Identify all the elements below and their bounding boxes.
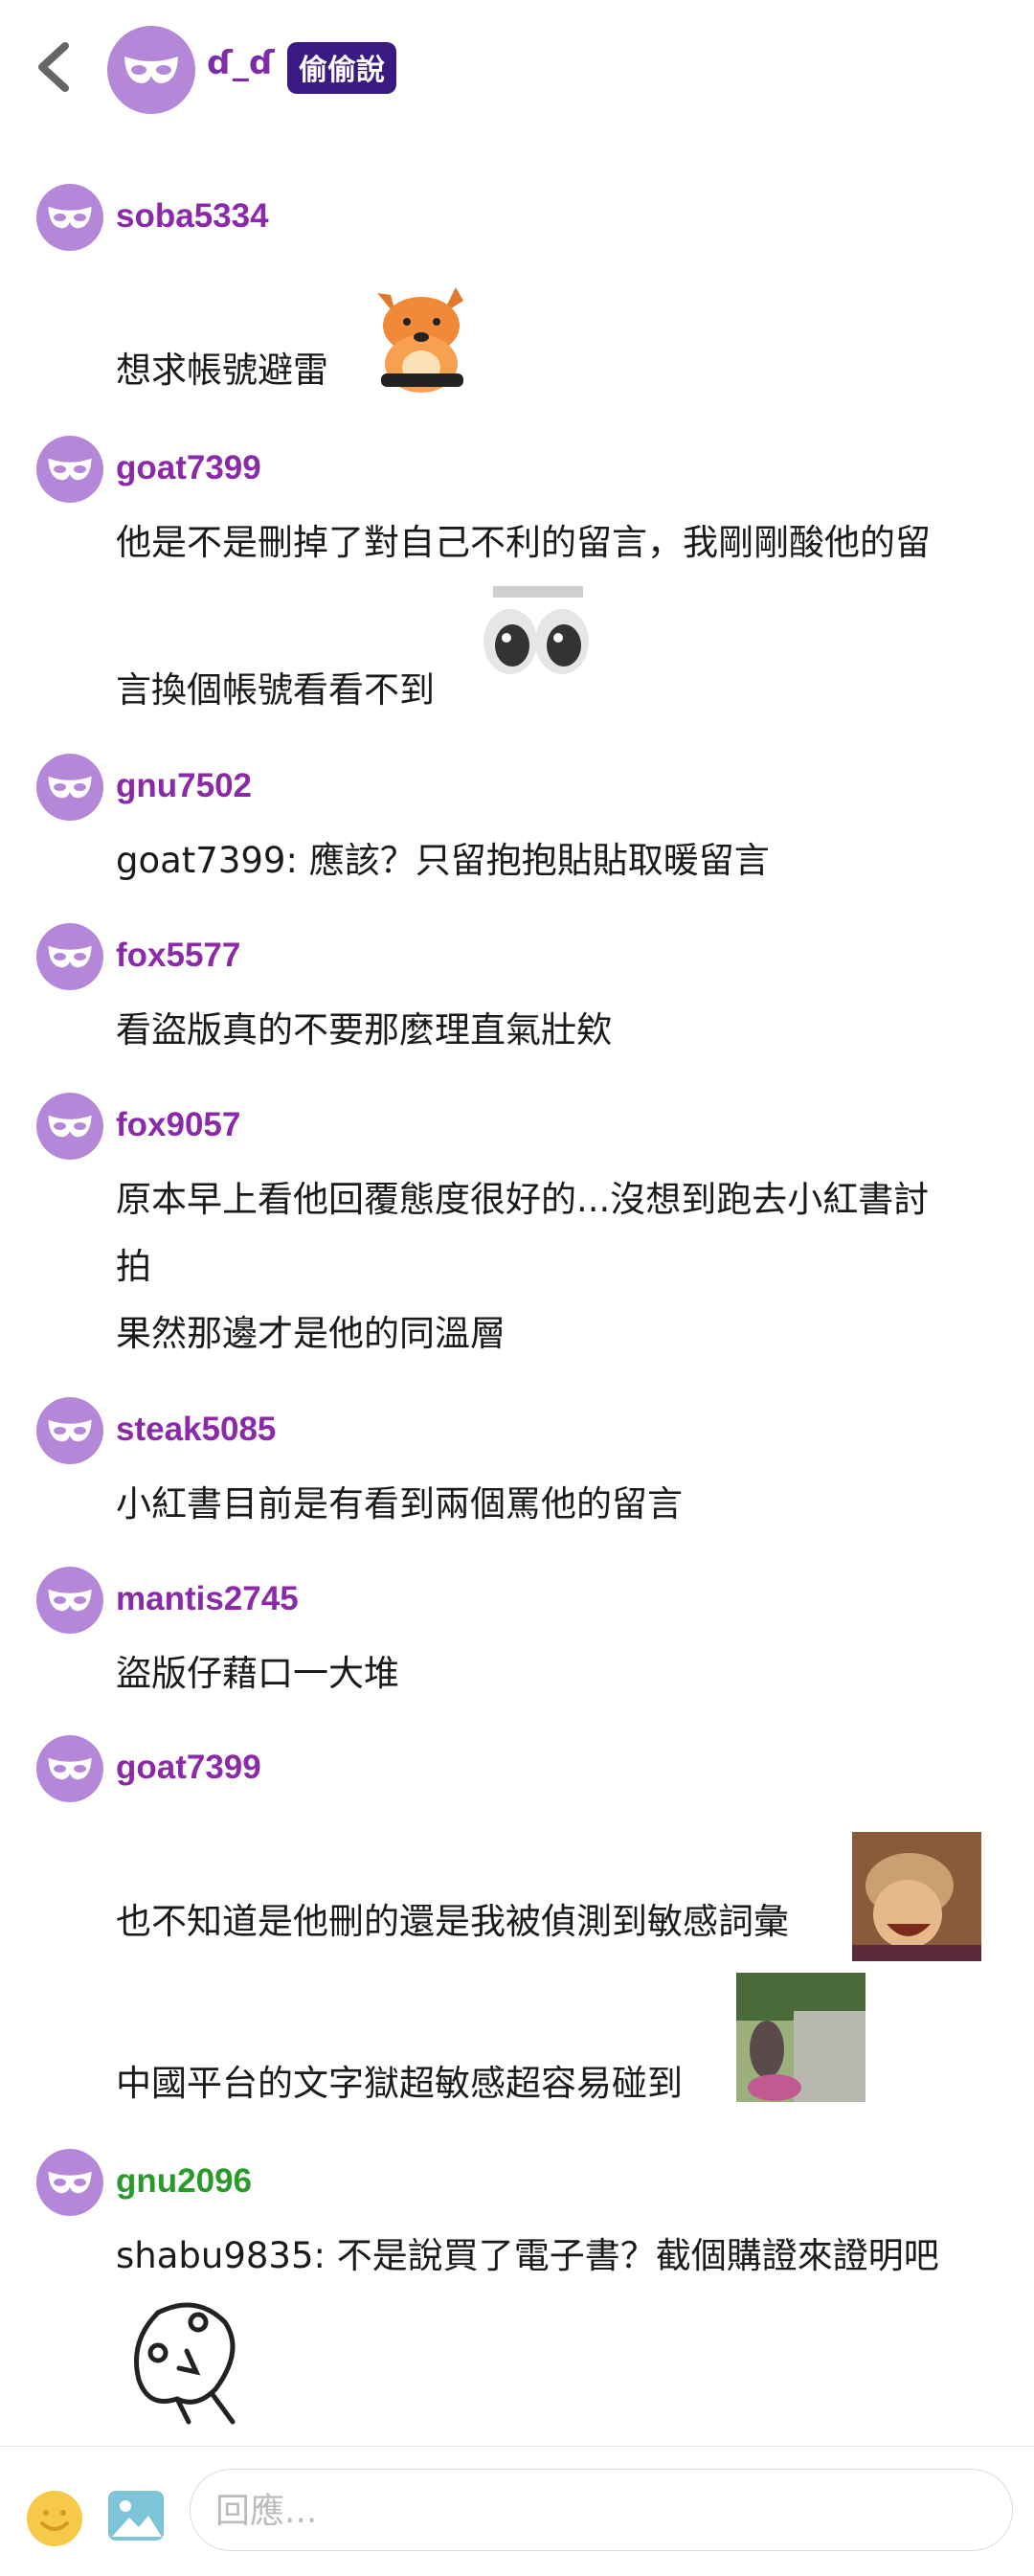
comment-username[interactable]: fox9057 bbox=[116, 1106, 240, 1144]
avatar[interactable] bbox=[36, 923, 103, 990]
pixel-eyes-sticker-image bbox=[474, 575, 598, 704]
image-icon bbox=[108, 2491, 164, 2541]
comment-text: goat7399: 應該？只留抱抱貼貼取暖留言 bbox=[116, 840, 770, 881]
mask-icon bbox=[48, 1115, 92, 1138]
comment-text: 果然那邊才是他的同溫層 bbox=[116, 1313, 506, 1354]
comment-username[interactable]: gnu7502 bbox=[116, 767, 252, 805]
mask-icon bbox=[48, 2171, 92, 2194]
reply-input[interactable] bbox=[214, 2487, 983, 2535]
image-upload-button[interactable] bbox=[108, 2491, 164, 2541]
reply-input-container bbox=[190, 2469, 1013, 2551]
fox-sticker-image bbox=[364, 276, 481, 393]
comment-username[interactable]: goat7399 bbox=[116, 449, 261, 487]
avatar[interactable] bbox=[36, 1567, 103, 1634]
mask-icon bbox=[48, 1419, 92, 1442]
mask-icon bbox=[48, 1757, 92, 1780]
avatar[interactable] bbox=[36, 436, 103, 503]
mask-icon bbox=[48, 945, 92, 968]
mask-icon bbox=[48, 206, 92, 229]
comment-text: 小紅書目前是有看到兩個罵他的留言 bbox=[116, 1483, 683, 1525]
comment-text: 盜版仔藉口一大堆 bbox=[116, 1653, 399, 1694]
back-button[interactable] bbox=[29, 29, 86, 105]
street-photo-image bbox=[736, 1973, 865, 2102]
page-title: ɗ_ɗ bbox=[207, 44, 275, 82]
comment-text: 言換個帳號看看不到 bbox=[116, 669, 435, 711]
comment-text: 原本早上看他回覆態度很好的...沒想到跑去小紅書討 bbox=[116, 1179, 930, 1220]
comment-text: 拍 bbox=[116, 1246, 151, 1287]
avatar[interactable] bbox=[36, 184, 103, 251]
laughing-man-image bbox=[852, 1832, 981, 1961]
emoji-button[interactable] bbox=[27, 2491, 82, 2546]
mask-icon bbox=[48, 458, 92, 481]
doodle-sticker-image bbox=[120, 2294, 254, 2428]
anonymous-badge: 偷偷說 bbox=[287, 42, 396, 94]
comment-username[interactable]: soba5334 bbox=[116, 197, 269, 236]
avatar[interactable] bbox=[36, 754, 103, 821]
smiley-icon bbox=[28, 2492, 81, 2545]
avatar[interactable] bbox=[107, 26, 195, 114]
comment-text: 中國平台的文字獄超敏感超容易碰到 bbox=[116, 2063, 683, 2104]
comment-username[interactable]: fox5577 bbox=[116, 937, 240, 975]
mask-icon bbox=[124, 56, 178, 83]
top-bar: ɗ_ɗ 偷偷說 bbox=[0, 0, 1034, 144]
mask-icon bbox=[48, 1589, 92, 1612]
comment-text: 也不知道是他刪的還是我被偵測到敏感詞彙 bbox=[116, 1901, 789, 1942]
avatar[interactable] bbox=[36, 1397, 103, 1464]
comment-username[interactable]: gnu2096 bbox=[116, 2162, 252, 2201]
comment-text: shabu9835: 不是說買了電子書？截個購證來證明吧 bbox=[116, 2235, 939, 2276]
comment-text: 看盜版真的不要那麼理直氣壯欸 bbox=[116, 1009, 612, 1051]
comment-username[interactable]: goat7399 bbox=[116, 1749, 261, 1787]
chevron-left-icon bbox=[38, 42, 69, 92]
avatar[interactable] bbox=[36, 1735, 103, 1802]
avatar[interactable] bbox=[36, 2149, 103, 2216]
comment-text: 想求帳號避雷 bbox=[116, 350, 328, 391]
comment-username[interactable]: steak5085 bbox=[116, 1411, 276, 1449]
avatar[interactable] bbox=[36, 1093, 103, 1160]
mask-icon bbox=[48, 776, 92, 799]
comment-username[interactable]: mantis2745 bbox=[116, 1580, 299, 1618]
comment-text: 他是不是刪掉了對自己不利的留言，我剛剛酸他的留 bbox=[116, 522, 931, 563]
